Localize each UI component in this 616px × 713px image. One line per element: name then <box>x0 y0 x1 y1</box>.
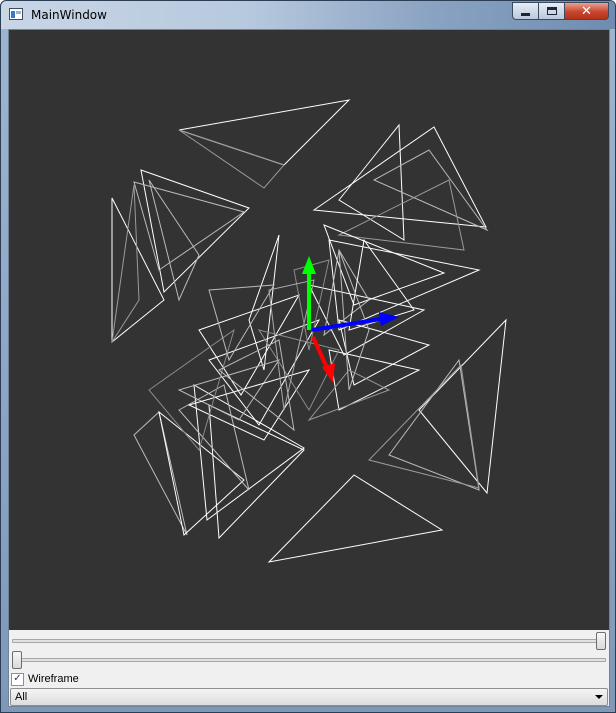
client-area: ✓ Wireframe All <box>8 29 610 707</box>
slider-bottom-track[interactable] <box>12 658 606 662</box>
viewport-canvas[interactable] <box>9 30 609 630</box>
slider-bottom-handle[interactable] <box>12 651 22 669</box>
mesh-triangle <box>111 184 140 343</box>
minimize-icon <box>521 12 530 16</box>
checkmark-icon: ✓ <box>13 673 22 684</box>
3d-viewport[interactable] <box>9 30 609 630</box>
title-bar[interactable]: MainWindow ✕ <box>1 1 615 29</box>
maximize-button[interactable] <box>539 2 565 20</box>
mesh-triangle <box>133 411 188 536</box>
mesh-triangle <box>133 181 246 271</box>
mesh-triangle <box>328 349 421 411</box>
wireframe-label[interactable]: Wireframe <box>28 673 79 685</box>
mesh-triangle <box>208 284 275 362</box>
mode-dropdown-value: All <box>15 691 28 703</box>
mesh-triangle <box>178 99 351 166</box>
wireframe-mesh <box>111 99 507 563</box>
mesh-triangle <box>307 369 391 422</box>
slider-bottom[interactable] <box>11 650 607 670</box>
maximize-icon <box>546 7 557 15</box>
x-axis-shaft <box>311 336 329 369</box>
mesh-triangle <box>418 318 507 495</box>
slider-top-track[interactable] <box>12 639 606 643</box>
mesh-triangle <box>178 129 285 189</box>
slider-top[interactable] <box>11 631 607 651</box>
mode-dropdown[interactable]: All <box>10 688 608 706</box>
close-button[interactable]: ✕ <box>565 2 609 20</box>
y-axis-arrowhead <box>302 256 316 274</box>
mesh-triangle <box>148 328 235 452</box>
wireframe-checkbox[interactable]: ✓ <box>11 672 24 686</box>
mesh-triangle <box>338 319 431 386</box>
chevron-down-icon[interactable] <box>595 695 603 699</box>
window-title: MainWindow <box>31 8 107 22</box>
window-controls: ✕ <box>512 2 609 20</box>
minimize-button[interactable] <box>512 2 539 20</box>
main-window: MainWindow ✕ ✓ Wireframe All <box>0 0 616 713</box>
mesh-triangle <box>208 404 305 540</box>
z-axis-arrowhead <box>379 312 399 326</box>
mesh-triangle <box>338 123 405 241</box>
close-icon: ✕ <box>581 3 592 19</box>
app-window-icon <box>9 8 23 20</box>
mesh-triangle <box>267 474 444 563</box>
wireframe-toggle[interactable]: ✓ Wireframe <box>11 671 79 687</box>
mesh-triangle <box>158 410 245 536</box>
slider-top-handle[interactable] <box>596 632 606 650</box>
